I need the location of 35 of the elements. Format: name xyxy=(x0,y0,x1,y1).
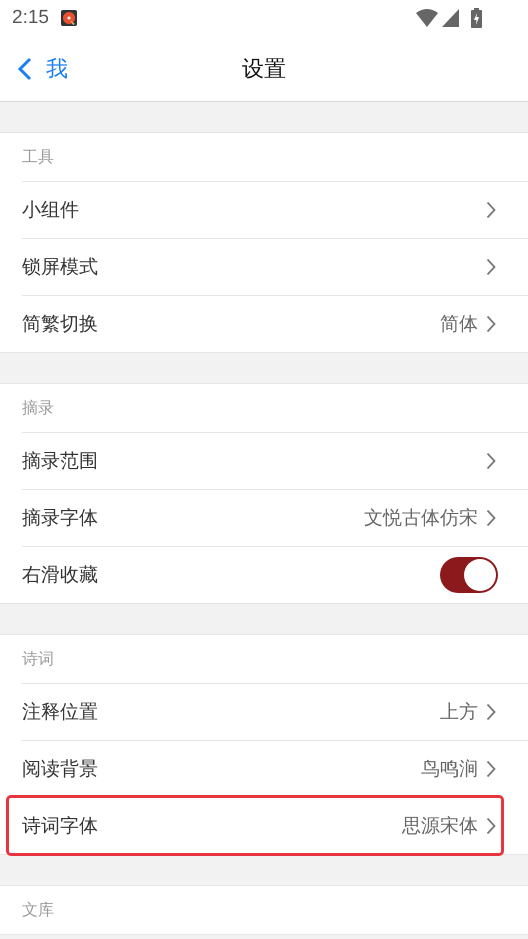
section-header: 摘录 xyxy=(22,398,54,418)
app-notification-icon xyxy=(60,10,77,26)
clock: 2:15 xyxy=(12,7,49,29)
wifi-icon xyxy=(416,9,438,27)
setting-label: 小组件 xyxy=(22,199,79,221)
chevron-right-icon[interactable] xyxy=(486,315,496,333)
setting-label: 注释位置 xyxy=(22,701,98,723)
setting-label: 诗词字体 xyxy=(22,815,98,837)
section-header: 文库 xyxy=(22,900,54,920)
setting-value: 鸟鸣涧 xyxy=(421,757,478,782)
setting-label: 右滑收藏 xyxy=(22,564,98,586)
setting-value: 上方 xyxy=(440,700,478,725)
back-chevron-icon xyxy=(18,56,32,80)
chevron-right-icon[interactable] xyxy=(486,817,496,835)
setting-label: 简繁切换 xyxy=(22,313,98,335)
section-header: 工具 xyxy=(22,146,54,168)
setting-label: 阅读背景 xyxy=(22,758,98,780)
back-button[interactable]: 我 xyxy=(18,36,68,101)
section-header: 诗词 xyxy=(22,648,54,670)
signal-icon xyxy=(442,9,459,27)
setting-value: 简体 xyxy=(440,312,478,337)
chevron-right-icon[interactable] xyxy=(486,452,496,470)
setting-label: 摘录字体 xyxy=(22,507,98,529)
setting-label: 摘录范围 xyxy=(22,450,98,472)
setting-value: 文悦古体仿宋 xyxy=(364,506,478,531)
battery-icon xyxy=(471,8,482,28)
chevron-right-icon[interactable] xyxy=(486,703,496,721)
chevron-right-icon[interactable] xyxy=(486,760,496,778)
setting-label: 锁屏模式 xyxy=(22,256,98,278)
chevron-right-icon[interactable] xyxy=(486,201,496,219)
setting-value: 思源宋体 xyxy=(402,814,478,839)
chevron-right-icon[interactable] xyxy=(486,509,496,527)
page-title: 设置 xyxy=(242,56,286,84)
chevron-right-icon[interactable] xyxy=(486,258,496,276)
toggle-switch[interactable] xyxy=(440,557,498,593)
